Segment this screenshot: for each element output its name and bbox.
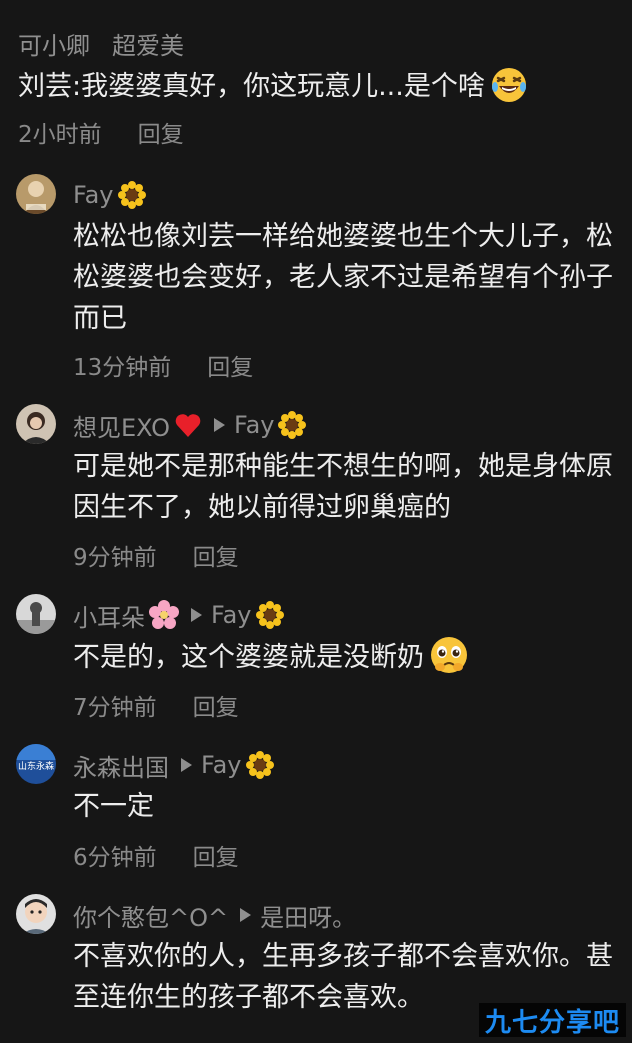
comment-meta: 6分钟前 回复: [73, 838, 239, 872]
comment-item: 山东永森 永森出国 Fay 不一定 6分钟前 回复: [0, 730, 632, 880]
comment-text-body: 刘芸:我婆婆真好，你这玩意儿...是个啥: [18, 71, 485, 102]
reply-to-username[interactable]: Fay: [234, 411, 275, 439]
watermark-logo: 九七分享吧: [478, 1003, 626, 1038]
avatar[interactable]: [16, 894, 56, 934]
sunflower-icon: [278, 411, 307, 439]
comment-meta: 2小时前 回复: [18, 115, 184, 149]
comment-header: 小耳朵 Fay: [73, 598, 284, 632]
username[interactable]: 你个憨包^O^: [73, 898, 228, 933]
comment-meta: 13分钟前 回复: [73, 348, 253, 382]
comment-header: 永森出国 Fay: [73, 748, 274, 782]
sunflower-icon: [255, 601, 284, 629]
reply-button[interactable]: 回复: [193, 688, 239, 722]
comment-time: 2小时前: [18, 122, 102, 148]
comment-text: 不一定: [73, 791, 154, 822]
comment-item: 可小卿 超爱美 刘芸:我婆婆真好，你这玩意儿...是个啥 2小时前 回复: [0, 0, 632, 160]
comment-text: 不是的，这个婆婆就是没断奶: [73, 636, 618, 678]
reply-button[interactable]: 回复: [138, 115, 184, 149]
user-badge: 超爱美: [112, 31, 184, 60]
comment-header: 想见EXO Fay: [73, 408, 307, 443]
comment-item: 小耳朵 Fay 不是的，这个婆婆就是没断奶 7分钟前 回复: [0, 580, 632, 730]
comment-time: 13分钟前: [73, 355, 172, 381]
avatar[interactable]: [16, 594, 56, 634]
reply-to-username[interactable]: 是田呀。: [260, 898, 356, 933]
cherry-blossom-icon: [149, 600, 179, 630]
username[interactable]: 可小卿: [18, 26, 90, 61]
comment-time: 6分钟前: [73, 845, 157, 871]
comment-text-body: 不是的，这个婆婆就是没断奶: [73, 642, 424, 673]
pleading-face-emoji-icon: [430, 636, 468, 674]
username[interactable]: 永森出国: [73, 748, 169, 783]
avatar-text: 山东永森: [18, 760, 54, 772]
comment-item: 想见EXO Fay 可是她不是那种能生不想生的啊，她是身体原因生不了，她以前得过…: [0, 390, 632, 580]
comment-meta: 9分钟前 回复: [73, 538, 239, 572]
laughing-tears-emoji-icon: [491, 67, 527, 103]
reply-arrow-icon: [240, 908, 252, 922]
username[interactable]: Fay: [73, 181, 114, 209]
reply-arrow-icon: [213, 418, 225, 432]
reply-button[interactable]: 回复: [193, 838, 239, 872]
sunflower-icon: [245, 751, 274, 779]
comment-time: 7分钟前: [73, 695, 157, 721]
reply-to-username[interactable]: Fay: [201, 751, 242, 779]
reply-button[interactable]: 回复: [207, 348, 253, 382]
avatar[interactable]: [16, 404, 56, 444]
reply-arrow-icon: [191, 608, 202, 622]
comment-header: 你个憨包^O^ 是田呀。: [73, 898, 356, 932]
comment-item: Fay 松松也像刘芸一样给她婆婆也生个大儿子，松松婆婆也会变好，老人家不过是希望…: [0, 160, 632, 390]
comment-header: 可小卿 超爱美: [18, 26, 184, 60]
comment-text: 可是她不是那种能生不想生的啊，她是身体原因生不了，她以前得过卵巢癌的: [73, 451, 613, 523]
comment-time: 9分钟前: [73, 545, 157, 571]
comment-meta: 7分钟前 回复: [73, 688, 239, 722]
reply-button[interactable]: 回复: [193, 538, 239, 572]
reply-to-username[interactable]: Fay: [211, 601, 252, 629]
avatar[interactable]: 山东永森: [16, 744, 56, 784]
username[interactable]: 想见EXO: [73, 408, 170, 443]
comment-text: 松松也像刘芸一样给她婆婆也生个大儿子，松松婆婆也会变好，老人家不过是希望有个孙子…: [73, 221, 613, 334]
avatar[interactable]: [16, 174, 56, 214]
username[interactable]: 小耳朵: [73, 598, 145, 633]
comment-header: Fay: [73, 178, 146, 212]
red-heart-icon: [174, 412, 202, 438]
sunflower-icon: [117, 181, 146, 209]
reply-arrow-icon: [181, 758, 192, 772]
comment-text: 刘芸:我婆婆真好，你这玩意儿...是个啥: [18, 66, 618, 107]
